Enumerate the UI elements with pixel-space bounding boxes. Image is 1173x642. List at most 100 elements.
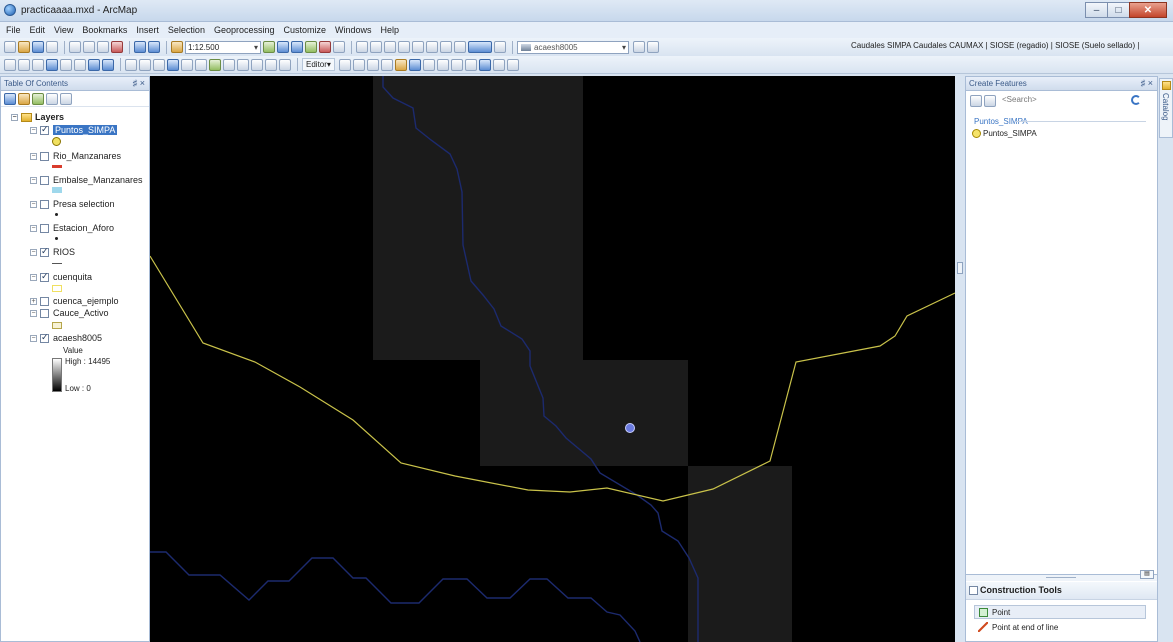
toc-pin-close-icon[interactable]: ♯ × (133, 77, 145, 90)
catalog-tab-label[interactable]: Catalog (1161, 93, 1170, 121)
undo-icon[interactable] (134, 41, 146, 53)
print-icon[interactable] (46, 41, 58, 53)
menu-view[interactable]: View (54, 25, 73, 35)
zoom-out-icon[interactable] (18, 58, 30, 71)
layer-visibility-checkbox[interactable] (40, 124, 49, 135)
delete-icon[interactable] (111, 41, 123, 53)
layout-tool-icon[interactable] (356, 41, 368, 53)
catalog-window-icon[interactable] (291, 41, 303, 53)
search-window-icon[interactable] (305, 41, 317, 53)
toc-options-icon[interactable] (60, 92, 72, 105)
splitter-grip-icon[interactable] (957, 262, 963, 274)
collapse-icon[interactable]: − (30, 334, 37, 342)
raster-tool-icon[interactable] (647, 41, 659, 53)
open-folder-icon[interactable] (18, 41, 30, 53)
construction-tools-splitter[interactable] (966, 574, 1157, 581)
close-button[interactable]: ✕ (1129, 2, 1167, 18)
layout-tool-icon[interactable] (440, 41, 452, 53)
layer-visibility-checkbox[interactable] (40, 296, 49, 306)
layer-visibility-checkbox[interactable] (40, 199, 49, 209)
html-popup-icon[interactable] (181, 58, 193, 71)
catalog-side-tab[interactable]: Catalog (1159, 78, 1173, 138)
layer-cuenquita[interactable]: − cuenquita (30, 271, 92, 282)
copy-icon[interactable] (83, 41, 95, 53)
forward-extent-icon[interactable] (102, 58, 114, 71)
layer-rio-manzanares[interactable]: − Rio_Manzanares (30, 151, 121, 161)
list-by-drawing-order-icon[interactable] (4, 92, 16, 105)
layer-cuenca-ejemplo[interactable]: + cuenca_ejemplo (30, 296, 119, 306)
list-by-visibility-icon[interactable] (32, 92, 44, 105)
identify-icon[interactable] (167, 58, 179, 71)
list-by-source-icon[interactable] (18, 92, 30, 105)
puntos-simpa-point[interactable] (625, 423, 635, 433)
find-icon[interactable] (223, 58, 235, 71)
edit-tool-icon[interactable] (338, 58, 351, 71)
layer-label[interactable]: Estacion_Aforo (53, 223, 114, 233)
raster-tool-icon[interactable] (633, 41, 645, 53)
collapse-icon[interactable]: − (30, 309, 37, 317)
layout-tool-icon[interactable] (412, 41, 424, 53)
map-scale-combo[interactable]: 1:12.500 (185, 40, 261, 54)
construction-tool-label[interactable]: Point (992, 608, 1010, 617)
split-tool-icon[interactable] (422, 58, 435, 71)
menu-help[interactable]: Help (381, 25, 400, 35)
layer-label[interactable]: Presa selection (53, 199, 115, 209)
collapse-icon[interactable]: − (11, 113, 18, 121)
layer-cauce-activo[interactable]: − Cauce_Activo (30, 308, 109, 318)
layout-tool-icon[interactable] (426, 41, 438, 53)
back-extent-icon[interactable] (88, 58, 100, 71)
layout-tool-icon[interactable] (370, 41, 382, 53)
menu-bookmarks[interactable]: Bookmarks (82, 25, 127, 35)
layout-tool-icon[interactable] (454, 41, 466, 53)
menu-edit[interactable]: Edit (30, 25, 46, 35)
add-data-icon[interactable] (171, 41, 183, 53)
paste-icon[interactable] (97, 41, 109, 53)
layers-root[interactable]: − Layers (11, 112, 64, 122)
viewer-window-icon[interactable] (279, 58, 291, 71)
clear-selection-icon[interactable] (139, 58, 151, 71)
save-icon[interactable] (32, 41, 44, 53)
active-layer-combo[interactable]: acaesh8005 (517, 40, 629, 54)
time-slider-icon[interactable] (265, 58, 277, 71)
construction-tool-label[interactable]: Point at end of line (992, 623, 1058, 632)
layer-visibility-checkbox[interactable] (40, 308, 49, 318)
layer-visibility-checkbox[interactable] (40, 332, 49, 343)
measure-icon[interactable] (195, 58, 207, 71)
template-search-input[interactable]: <Search> (1002, 95, 1052, 107)
layer-label[interactable]: acaesh8005 (53, 333, 102, 343)
organize-templates-icon[interactable] (970, 95, 982, 107)
layer-visibility-checkbox[interactable] (40, 175, 49, 185)
collapse-icon[interactable]: − (30, 176, 37, 184)
select-features-icon[interactable] (125, 58, 137, 71)
layout-tool-icon[interactable] (398, 41, 410, 53)
layer-presa-selection[interactable]: − Presa selection (30, 199, 115, 209)
collapse-icon[interactable]: − (30, 152, 37, 160)
layer-label[interactable]: cuenca_ejemplo (53, 296, 119, 306)
color-fill-icon[interactable] (468, 41, 492, 53)
point-tool-icon[interactable] (394, 58, 407, 71)
map-canvas[interactable] (150, 76, 955, 642)
feature-template-label[interactable]: Puntos_SIMPA (983, 129, 1037, 138)
collapse-icon[interactable]: − (30, 248, 37, 256)
menu-selection[interactable]: Selection (168, 25, 205, 35)
fixed-zoom-in-icon[interactable] (60, 58, 72, 71)
layer-visibility-checkbox[interactable] (40, 271, 49, 282)
edit-annotation-icon[interactable] (352, 58, 365, 71)
editor-toolbar-icon[interactable] (263, 41, 275, 53)
layer-visibility-checkbox[interactable] (40, 246, 49, 257)
layer-embalse-manzanares[interactable]: − Embalse_Manzanares (30, 175, 143, 185)
layer-visibility-checkbox[interactable] (40, 151, 49, 161)
basemap-service-links[interactable]: Caudales SIMPA Caudales CAUMAX | SIOSE (… (851, 41, 1139, 50)
python-window-icon[interactable] (333, 41, 345, 53)
edit-window-icon[interactable] (506, 58, 519, 71)
table-of-contents-icon[interactable] (277, 41, 289, 53)
attributes-icon[interactable] (478, 58, 491, 71)
rotate-tool-icon[interactable] (436, 58, 449, 71)
create-features-icon[interactable] (408, 58, 421, 71)
find-route-icon[interactable] (237, 58, 249, 71)
construction-tool-point[interactable]: Point (974, 605, 1146, 619)
cut-polygons-icon[interactable] (464, 58, 477, 71)
minimize-button[interactable]: – (1085, 2, 1107, 18)
new-document-icon[interactable] (4, 41, 16, 53)
panel-splitter[interactable] (955, 76, 965, 642)
